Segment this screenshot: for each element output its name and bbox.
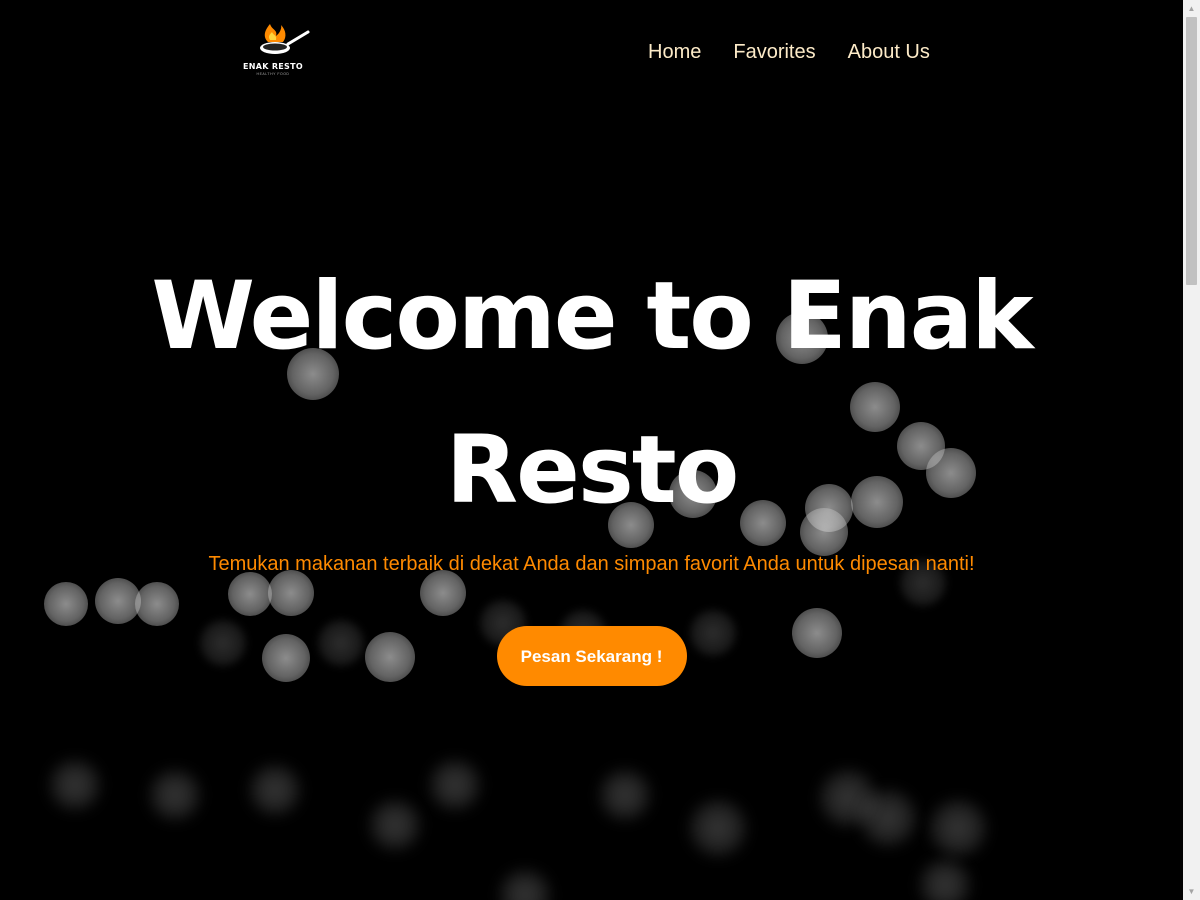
scroll-down-arrow-icon[interactable]: ▼ [1183,883,1200,900]
scrollbar-thumb[interactable] [1186,17,1197,285]
flaming-pan-icon [260,24,310,54]
brand-logo[interactable]: ENAK RESTO HEALTHY FOOD [238,22,310,80]
brand-name: ENAK RESTO [243,62,303,71]
hero-subtitle: Temukan makanan terbaik di dekat Anda da… [208,553,975,575]
vertical-scrollbar[interactable]: ▲ ▼ [1183,0,1200,900]
brand-tagline: HEALTHY FOOD [256,72,290,76]
main-nav: Home Favorites About Us [632,38,946,66]
nav-item-about-us[interactable]: About Us [832,38,946,66]
order-now-button[interactable]: Pesan Sekarang ! [496,626,687,686]
site-header: ENAK RESTO HEALTHY FOOD Home Favorites A… [0,0,1183,105]
scroll-up-arrow-icon[interactable]: ▲ [1183,0,1200,17]
nav-item-favorites[interactable]: Favorites [717,38,831,66]
hero-title: Welcome to Enak Resto [151,262,1033,525]
hero-section: Welcome to Enak Resto Temukan makanan te… [0,240,1183,686]
page: ENAK RESTO HEALTHY FOOD Home Favorites A… [0,0,1183,900]
nav-item-home[interactable]: Home [632,38,717,66]
